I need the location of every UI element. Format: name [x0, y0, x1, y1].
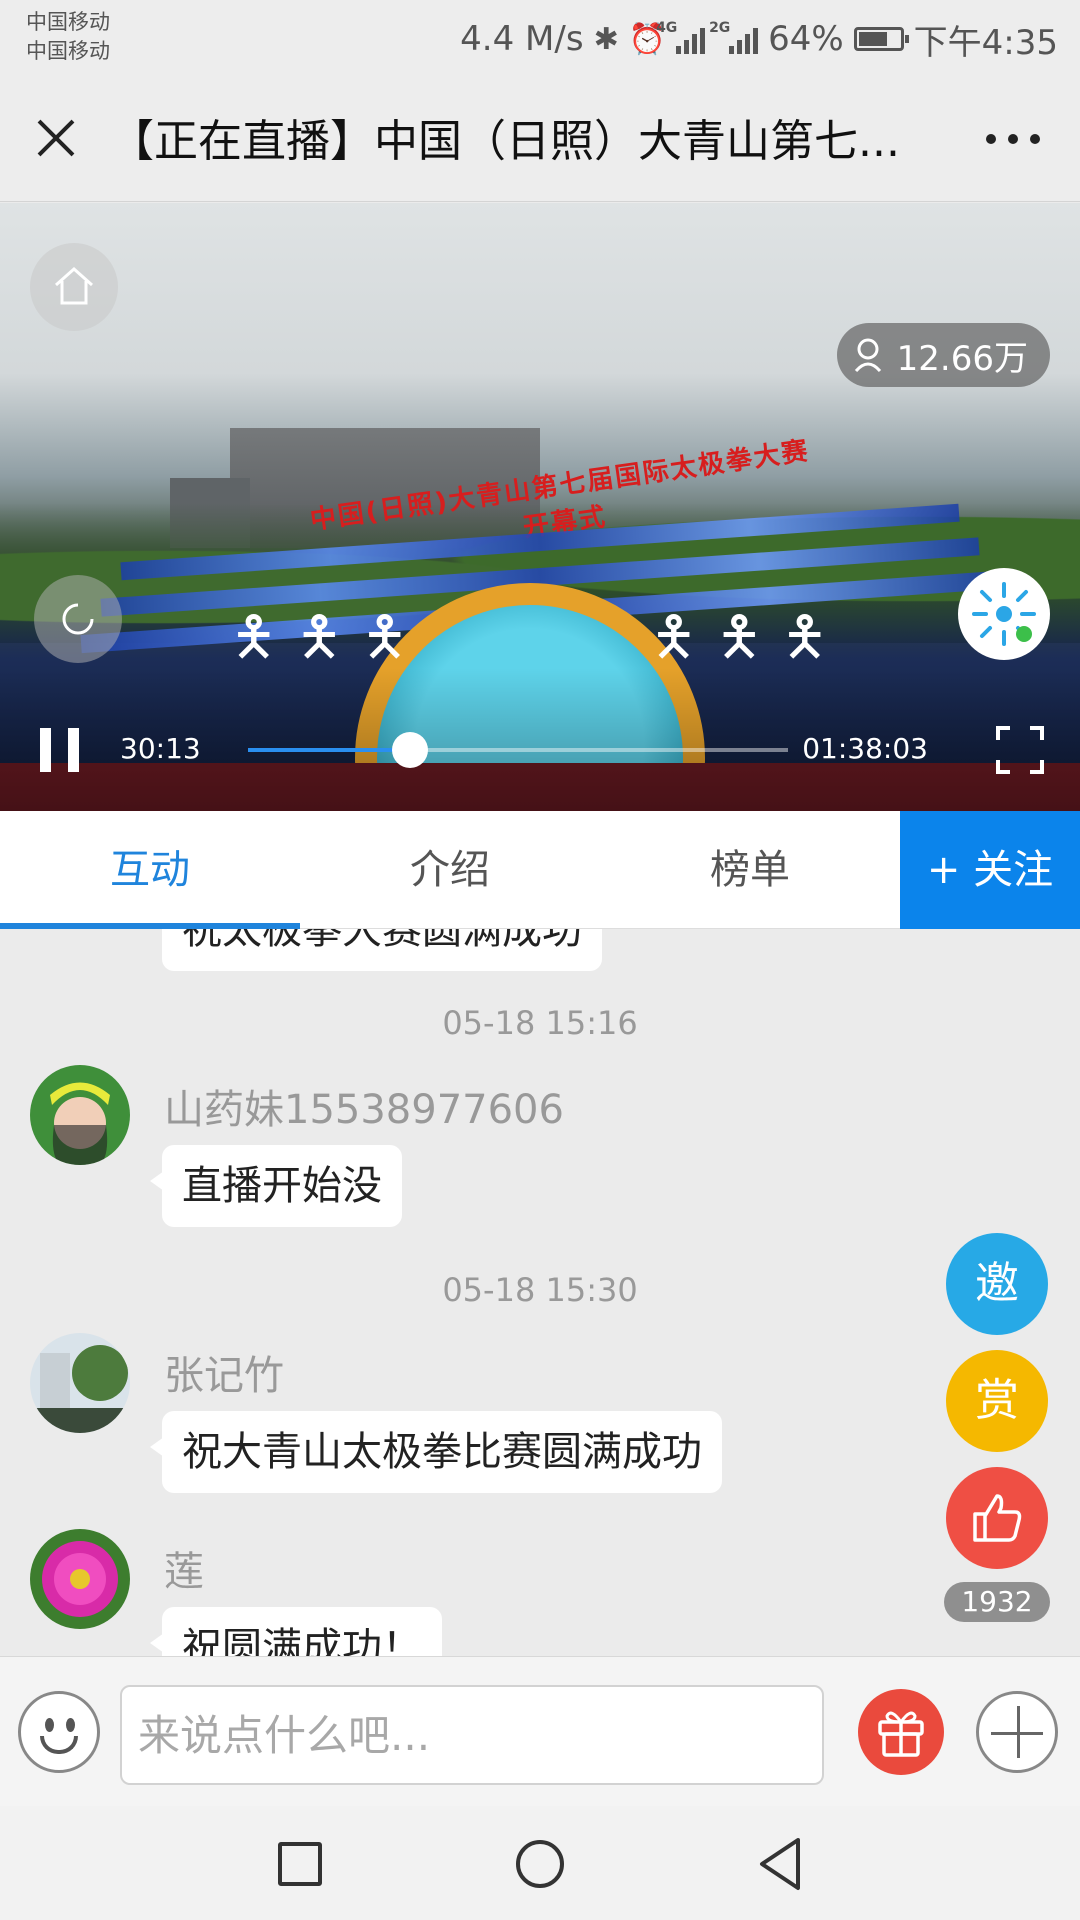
- viewer-icon: [854, 338, 881, 373]
- refresh-icon: [62, 603, 94, 635]
- player-controls: 30:13 01:38:03: [0, 668, 1080, 811]
- like-count: 1932: [944, 1582, 1050, 1622]
- more-actions-button[interactable]: [976, 1691, 1058, 1773]
- chat-username: 张记竹: [164, 1353, 284, 1399]
- chat-bubble: 祝大青山太极拳比赛圆满成功: [150, 1411, 722, 1493]
- gift-button[interactable]: [858, 1689, 944, 1775]
- carrier-1: 中国移动: [26, 10, 110, 34]
- reward-button[interactable]: 赏: [946, 1350, 1048, 1452]
- tab-ranking[interactable]: 榜单: [600, 811, 900, 929]
- battery-icon: [853, 27, 909, 51]
- progress-bar[interactable]: [248, 732, 788, 768]
- network-speed: 4.4 M/s: [460, 19, 584, 59]
- chat-timestamp: 05-18 15:16: [442, 1004, 638, 1042]
- fullscreen-icon: [996, 726, 1044, 774]
- home-icon: [55, 266, 93, 305]
- avatar[interactable]: [30, 1333, 130, 1433]
- emoji-button[interactable]: [18, 1691, 100, 1773]
- chat-timestamp: 05-18 15:30: [442, 1271, 638, 1309]
- clock: 下午4:35: [913, 22, 1058, 63]
- fullscreen-button[interactable]: [996, 726, 1044, 774]
- chat-list[interactable]: 祝太极拳大赛圆满成功 05-18 15:16 山药妹15538977606 直播…: [0, 929, 1080, 1656]
- close-button[interactable]: [28, 110, 84, 166]
- status-indicators: 4.4 M/s ✱ ⏰ 4G 2G 64% 下午4:35: [460, 14, 1058, 64]
- home-button[interactable]: [30, 243, 118, 331]
- tab-interaction[interactable]: 互动: [0, 811, 300, 929]
- invite-button[interactable]: 邀: [946, 1233, 1048, 1335]
- refresh-button[interactable]: [34, 575, 122, 663]
- gift-icon: [878, 1711, 924, 1757]
- signal-2g-icon: 2G: [709, 20, 759, 54]
- home-nav-button[interactable]: [516, 1840, 564, 1888]
- mini-program-code-button[interactable]: [958, 568, 1050, 660]
- avatar[interactable]: [30, 1529, 130, 1629]
- chat-bubble: 祝圆满成功！: [150, 1607, 442, 1656]
- chat-bubble: 直播开始没: [150, 1145, 402, 1227]
- chat-username: 山药妹15538977606: [164, 1087, 564, 1133]
- pause-button[interactable]: [38, 728, 82, 772]
- status-bar: 中国移动 中国移动 4.4 M/s ✱ ⏰ 4G 2G 64% 下午4:35: [0, 0, 1080, 78]
- progress-fill: [248, 748, 410, 752]
- thumbs-up-icon: [973, 1494, 1022, 1542]
- carrier-2: 中国移动: [26, 39, 110, 63]
- total-time: 01:38:03: [802, 732, 928, 765]
- screen: 中国移动 中国移动 4.4 M/s ✱ ⏰ 4G 2G 64% 下午4:35 【…: [0, 0, 1080, 1920]
- live-video-player[interactable]: 中国(日照)大青山第七届国际太极拳大赛开幕式 🯅🯅🯅 🯅🯅🯅 12.66万 30…: [0, 203, 1080, 811]
- comment-input-bar: [0, 1656, 1080, 1806]
- bluetooth-icon: ✱: [593, 21, 619, 57]
- system-nav-bar: [0, 1806, 1080, 1920]
- carrier-info: 中国移动 中国移动: [26, 8, 110, 66]
- page-title: 【正在直播】中国（日照）大青山第七...: [110, 116, 900, 167]
- comment-input[interactable]: [120, 1685, 824, 1785]
- battery-percent: 64%: [768, 19, 844, 59]
- more-options-button[interactable]: [986, 134, 1040, 146]
- avatar[interactable]: [30, 1065, 130, 1165]
- chat-username: 莲: [164, 1549, 204, 1595]
- recents-button[interactable]: [278, 1842, 322, 1886]
- back-icon[interactable]: [756, 1836, 804, 1892]
- current-time: 30:13: [120, 732, 201, 765]
- top-nav-bar: 【正在直播】中国（日照）大青山第七...: [0, 78, 1080, 202]
- chat-bubble: 祝太极拳大赛圆满成功: [162, 929, 602, 971]
- tab-bar: 互动 介绍 榜单 + 关注: [0, 811, 1080, 929]
- like-button[interactable]: [946, 1467, 1048, 1569]
- signal-4g-icon: 4G: [656, 20, 706, 54]
- follow-button[interactable]: + 关注: [900, 811, 1080, 929]
- viewer-count: 12.66万: [896, 338, 1028, 379]
- tab-introduction[interactable]: 介绍: [300, 811, 600, 929]
- mini-program-icon: [972, 582, 1036, 646]
- progress-thumb[interactable]: [392, 732, 428, 768]
- viewer-count-badge: 12.66万: [836, 323, 1050, 387]
